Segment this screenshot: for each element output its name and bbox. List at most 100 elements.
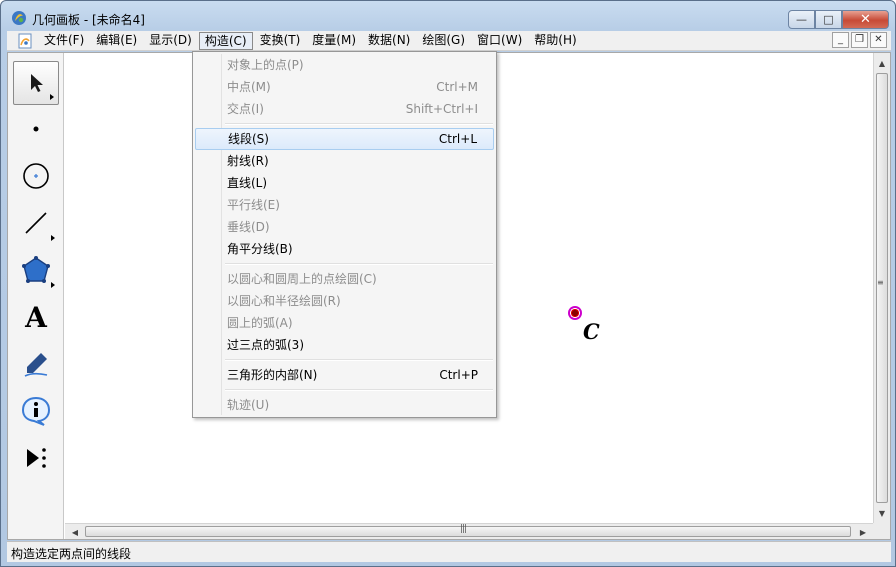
menu-item-label: 平行线(E) — [227, 198, 280, 212]
play-more-icon — [27, 448, 46, 468]
maximize-icon: □ — [823, 13, 834, 26]
menu-item-shortcut: Ctrl+M — [436, 80, 478, 94]
doc-minimize-icon: _ — [838, 34, 843, 45]
thumb-grip-icon: ≡ — [877, 278, 884, 287]
arrow-cursor-icon — [31, 74, 43, 92]
minimize-icon: — — [796, 13, 807, 26]
menu-separator — [225, 359, 493, 361]
menu-item-label: 线段(S) — [228, 132, 269, 146]
polygon-tool[interactable] — [13, 248, 59, 292]
menu-item-segment[interactable]: 线段(S) Ctrl+L — [195, 128, 494, 150]
menu-number[interactable]: 数据(N) — [363, 32, 415, 50]
vertical-scrollbar[interactable]: ▲ ≡ ▼ — [873, 53, 890, 523]
doc-close-button[interactable]: ✕ — [870, 32, 887, 48]
menu-edit[interactable]: 编辑(E) — [91, 32, 142, 50]
marker-tool[interactable] — [13, 342, 59, 386]
circle-icon — [23, 163, 49, 189]
menu-window[interactable]: 窗口(W) — [472, 32, 527, 50]
vertical-scroll-thumb[interactable] — [876, 73, 888, 503]
scroll-up-button[interactable]: ▲ — [874, 55, 890, 71]
menu-separator — [225, 389, 493, 391]
menu-separator — [225, 263, 493, 265]
straightedge-tool[interactable] — [13, 201, 59, 245]
information-tool[interactable] — [13, 389, 59, 433]
menu-item-point-on-object[interactable]: 对象上的点(P) — [195, 54, 494, 76]
menu-item-shortcut: Ctrl+P — [439, 368, 478, 382]
status-bar: 构造选定两点间的线段 — [7, 541, 891, 562]
scroll-left-button[interactable]: ◀ — [67, 524, 83, 540]
menu-item-angle-bisector[interactable]: 角平分线(B) — [195, 238, 494, 260]
arrow-left-icon: ◀ — [71, 527, 79, 537]
toolbox: A — [8, 53, 64, 539]
menu-item-perpendicular-line[interactable]: 垂线(D) — [195, 216, 494, 238]
menu-transform[interactable]: 变换(T) — [255, 32, 306, 50]
line-segment-icon — [25, 212, 47, 234]
close-icon: ✕ — [860, 12, 871, 27]
arrow-down-icon: ▼ — [878, 508, 886, 518]
menu-item-circle-by-center-point[interactable]: 以圆心和圆周上的点绘圆(C) — [195, 268, 494, 290]
point-icon — [33, 126, 39, 132]
text-a-icon: A — [25, 300, 47, 334]
point-c[interactable] — [568, 306, 582, 320]
menu-item-line[interactable]: 直线(L) — [195, 172, 494, 194]
document-icon[interactable] — [17, 33, 33, 49]
scroll-right-button[interactable]: ▶ — [855, 524, 871, 540]
point-c-label[interactable]: C — [583, 319, 600, 344]
menu-item-shortcut: Shift+Ctrl+I — [405, 102, 478, 116]
selection-arrow-tool[interactable] — [13, 61, 59, 105]
marker-pen-icon — [24, 353, 48, 377]
doc-minimize-button[interactable]: _ — [832, 32, 849, 48]
menu-measure[interactable]: 度量(M) — [307, 32, 361, 50]
menu-item-label: 过三点的弧(3) — [227, 338, 304, 352]
menu-item-shortcut: Ctrl+L — [438, 132, 477, 146]
text-tool[interactable]: A — [13, 295, 59, 339]
menu-item-ray[interactable]: 射线(R) — [195, 150, 494, 172]
tool-expand-icon — [50, 94, 54, 100]
menu-item-arc-on-circle[interactable]: 圆上的弧(A) — [195, 312, 494, 334]
scroll-down-button[interactable]: ▼ — [874, 505, 890, 521]
menu-item-label: 角平分线(B) — [227, 242, 293, 256]
menu-item-label: 交点(I) — [227, 102, 264, 116]
title-bar[interactable]: 几何画板 - [未命名4] — □ ✕ — [1, 1, 895, 31]
point-tool[interactable] — [13, 107, 59, 151]
menu-display[interactable]: 显示(D) — [144, 32, 197, 50]
sketchpad-app-icon — [12, 11, 26, 25]
menu-construct[interactable]: 构造(C) — [198, 31, 253, 50]
menu-item-arc-through-3-points[interactable]: 过三点的弧(3) — [195, 334, 494, 356]
menu-item-parallel-line[interactable]: 平行线(E) — [195, 194, 494, 216]
arrow-right-icon: ▶ — [859, 527, 867, 537]
menu-file[interactable]: 文件(F) — [39, 32, 89, 50]
menu-bar: 文件(F) 编辑(E) 显示(D) 构造(C) 变换(T) 度量(M) 数据(N… — [7, 31, 891, 51]
menu-item-label: 轨迹(U) — [227, 398, 270, 412]
menu-item-label: 垂线(D) — [227, 220, 270, 234]
menu-help[interactable]: 帮助(H) — [529, 32, 581, 50]
tool-expand-icon — [51, 235, 55, 241]
menu-item-label: 圆上的弧(A) — [227, 316, 293, 330]
menu-item-label: 直线(L) — [227, 176, 268, 190]
menu-graph[interactable]: 绘图(G) — [417, 32, 470, 50]
menu-item-locus[interactable]: 轨迹(U) — [195, 394, 494, 416]
menu-item-label: 三角形的内部(N) — [227, 368, 318, 382]
horizontal-scroll-thumb[interactable] — [85, 526, 851, 537]
doc-close-icon: ✕ — [874, 34, 883, 45]
compass-tool[interactable] — [13, 154, 59, 198]
info-icon — [21, 396, 51, 426]
thumb-grip-icon: ||| — [460, 524, 467, 534]
status-text: 构造选定两点间的线段 — [11, 547, 132, 561]
window-title: 几何画板 - [未命名4] — [32, 13, 145, 27]
menu-item-label: 对象上的点(P) — [227, 58, 304, 72]
custom-tools-menu[interactable] — [13, 436, 59, 480]
menu-item-label: 射线(R) — [227, 154, 269, 168]
close-button[interactable]: ✕ — [842, 10, 889, 29]
doc-restore-button[interactable]: ❐ — [851, 32, 868, 48]
menu-item-triangle-interior[interactable]: 三角形的内部(N) Ctrl+P — [195, 364, 494, 386]
menu-item-midpoint[interactable]: 中点(M) Ctrl+M — [195, 76, 494, 98]
minimize-button[interactable]: — — [788, 10, 815, 29]
menu-item-intersection[interactable]: 交点(I) Shift+Ctrl+I — [195, 98, 494, 120]
horizontal-scrollbar[interactable]: ◀ ||| ▶ — [65, 523, 873, 539]
maximize-button[interactable]: □ — [815, 10, 842, 29]
tool-expand-icon — [51, 282, 55, 288]
menu-item-circle-by-center-radius[interactable]: 以圆心和半径绘圆(R) — [195, 290, 494, 312]
menu-item-label: 中点(M) — [227, 80, 271, 94]
scroll-corner — [873, 523, 890, 539]
